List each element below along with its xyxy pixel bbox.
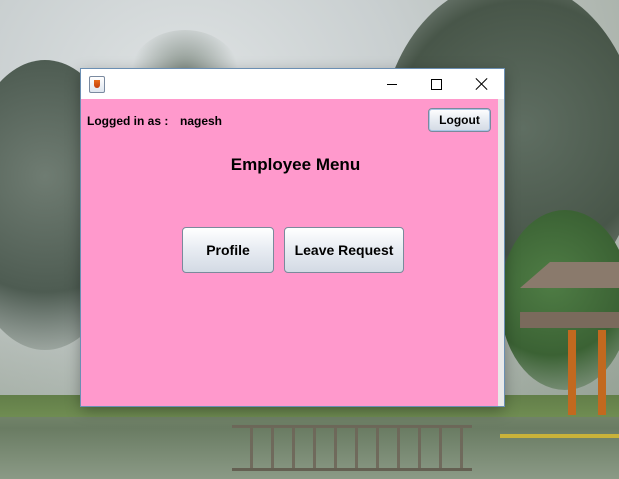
wallpaper-hut-post [568, 330, 576, 415]
wallpaper-hut-roof-lower [520, 312, 619, 328]
close-button[interactable] [459, 69, 504, 99]
logged-in-label: Logged in as : [87, 114, 169, 128]
java-cup-icon [89, 76, 105, 93]
profile-button[interactable]: Profile [182, 227, 274, 273]
page-title: Employee Menu [230, 155, 361, 174]
minimize-icon [386, 83, 397, 85]
logout-button[interactable]: Logout [428, 108, 491, 132]
desktop-wallpaper: Logged in as : nagesh Logout Employee Me… [0, 0, 619, 479]
wallpaper-hut-post [598, 330, 606, 415]
menu-panel: Logged in as : nagesh Logout Employee Me… [81, 99, 498, 406]
window-titlebar[interactable] [81, 69, 504, 99]
employee-menu-window: Logged in as : nagesh Logout Employee Me… [81, 69, 504, 406]
leave-request-button[interactable]: Leave Request [284, 227, 404, 273]
username-label: nagesh [180, 114, 223, 128]
wallpaper-railing [500, 434, 619, 438]
window-border [498, 99, 504, 406]
close-icon [476, 78, 488, 90]
wallpaper-pier [232, 425, 472, 471]
maximize-button[interactable] [414, 69, 459, 99]
minimize-button[interactable] [369, 69, 414, 99]
maximize-icon [431, 78, 442, 90]
